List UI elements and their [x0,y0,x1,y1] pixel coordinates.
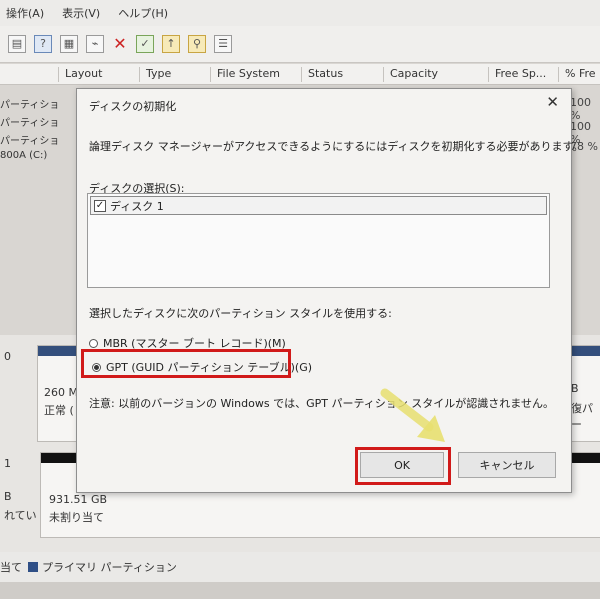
menu-action[interactable]: 操作(A) [6,5,44,21]
search-folder-icon[interactable]: ⚲ [188,35,206,53]
col-status[interactable]: Status [301,67,343,82]
toolbar: ▤ ? ▦ ⌁ ✕ ✓ ↑ ⚲ ☰ [0,26,600,63]
volume-row-4[interactable]: 800A (C:) [0,150,47,161]
disk-1-status-fragment: れてい [4,509,37,522]
volume-row-3[interactable]: パーティショ [0,132,59,147]
properties-icon[interactable]: ▤ [8,35,26,53]
menu-bar: 操作(A) 表示(V) ヘルプ(H) [0,0,600,26]
gpt-highlight-box [81,349,291,378]
compatibility-note: 注意: 以前のバージョンの Windows では、GPT パーティション スタイ… [89,397,554,410]
partition-style-label: 選択したディスクに次のパーティション スタイルを使用する: [89,307,392,320]
help-icon[interactable]: ? [34,35,52,53]
grid-icon[interactable]: ▦ [60,35,78,53]
checklist-icon[interactable]: ✓ [136,35,154,53]
list-view-icon[interactable]: ☰ [214,35,232,53]
volume-table-header: Layout Type File System Status Capacity … [0,64,600,85]
unallocated-size: 931.51 GB [49,493,108,506]
recovery-label: 復パー [571,402,593,431]
unallocated-status: 未割り当て [49,511,104,524]
volume-row-1[interactable]: パーティショ [0,96,59,111]
window-bottom [0,582,600,599]
arrow-annotation-icon [380,388,445,442]
legend-bar: 当て プライマリ パーティション [0,552,600,582]
cancel-button[interactable]: キャンセル [458,452,556,478]
col-capacity[interactable]: Capacity [383,67,438,82]
list-item-disk-1[interactable]: ✓ ディスク 1 [90,196,547,215]
close-icon[interactable]: ✕ [546,93,559,111]
ok-highlight-box [355,447,451,485]
legend-primary: プライマリ パーティション [42,561,177,574]
initialize-disk-dialog: ディスクの初期化 ✕ 論理ディスク マネージャーがアクセスできるようにするにはデ… [76,88,583,493]
partition-size: 260 M [44,386,78,399]
disk-1-checkbox[interactable]: ✓ [94,199,106,212]
disk-0-label: 0 [4,350,11,363]
dialog-message: 論理ディスク マネージャーがアクセスできるようにするにはディスクを初期化する必要… [89,140,584,153]
col-layout[interactable]: Layout [58,67,102,82]
col-file-system[interactable]: File System [210,67,280,82]
col-free-space[interactable]: Free Sp... [488,67,546,82]
disk-list[interactable]: ✓ ディスク 1 [87,193,550,288]
disk-1-label: 1 [4,457,11,470]
dialog-title: ディスクの初期化 [89,100,177,113]
menu-help[interactable]: ヘルプ(H) [118,5,168,21]
mbr-radio[interactable] [89,338,98,348]
recovery-size: B [571,382,579,395]
connect-icon[interactable]: ⌁ [86,35,104,53]
col-type[interactable]: Type [139,67,171,82]
up-folder-icon[interactable]: ↑ [162,35,180,53]
primary-swatch-icon [28,562,38,572]
partition-status: 正常 ( [44,404,74,417]
col-percent-free[interactable]: % Fre [558,67,596,82]
volume-row-2[interactable]: パーティショ [0,114,59,129]
disk-1-size-fragment: B [4,490,12,503]
partition-bar [571,346,600,356]
delete-icon[interactable]: ✕ [112,36,128,52]
menu-view[interactable]: 表示(V) [62,5,100,21]
legend-unallocated: 当て [0,561,22,574]
disk-0-recovery-partition[interactable]: B 復パー [570,345,600,442]
disk-1-label: ディスク 1 [110,199,164,213]
volume-row-1-pct: 100 % [570,96,591,122]
